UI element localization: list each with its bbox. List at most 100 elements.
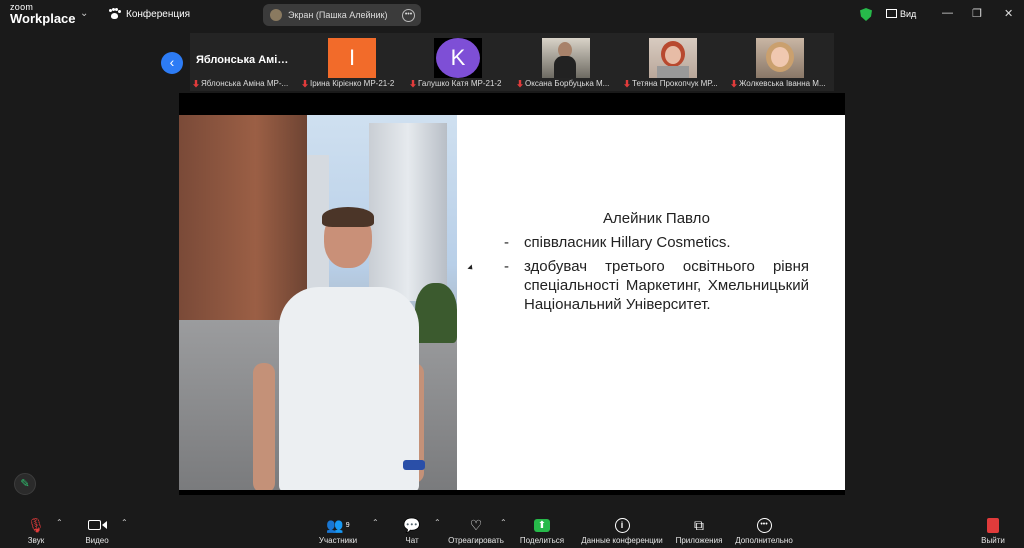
react-button[interactable]: ♡ Отреагировать xyxy=(445,516,507,546)
chat-label: Чат xyxy=(405,536,419,545)
annotate-pen-icon[interactable]: ✎ xyxy=(14,473,36,495)
participant-name: Жолкевська Іванна М... xyxy=(739,79,826,88)
apps-button[interactable]: ⧉ Приложения xyxy=(673,516,725,546)
presentation-slide: Алейник Павло - співвласник Hillary Cosm… xyxy=(179,115,845,490)
speaker-photo xyxy=(179,115,457,490)
shared-screen[interactable]: Алейник Павло - співвласник Hillary Cosm… xyxy=(179,93,845,495)
chevron-up-icon: ⌃ xyxy=(500,518,507,527)
share-label: Поделиться xyxy=(519,536,565,545)
minimize-icon[interactable]: — xyxy=(942,7,953,19)
info-label: Данные конференции xyxy=(581,536,663,545)
slide-bullet: - здобувач третього освітнього рівня спе… xyxy=(504,257,809,314)
participant-avatar-photo xyxy=(756,38,804,78)
participant-name: Оксана Борбуцька М... xyxy=(525,79,610,88)
audio-button[interactable]: 🎙 Звук xyxy=(20,516,52,546)
chevron-up-icon: ⌃ xyxy=(121,518,128,527)
audio-label: Звук xyxy=(27,536,45,545)
close-icon[interactable]: ✕ xyxy=(1004,7,1013,20)
heart-icon: ♡ xyxy=(469,516,483,533)
participant-caption: Оксана Борбуцька М... xyxy=(517,79,609,88)
react-label: Отреагировать xyxy=(448,536,504,545)
leave-button[interactable]: Выйти xyxy=(978,516,1008,545)
participant-caption: Яблонська Аміна МР-... xyxy=(193,79,288,88)
leave-label: Выйти xyxy=(981,536,1005,545)
participant-tile[interactable]: I Ірина Кірієнко МР-21-2 xyxy=(299,33,405,91)
info-icon: i xyxy=(578,516,666,534)
participant-tile[interactable]: Яблонська Амі… Яблонська Аміна МР-... xyxy=(190,33,296,91)
participant-caption: Жолкевська Іванна М... xyxy=(731,79,826,88)
chevron-up-icon: ⌃ xyxy=(434,518,441,527)
more-button[interactable]: ••• Дополнительно xyxy=(733,516,795,545)
participant-caption: Галушко Катя МР-21-2 xyxy=(410,79,502,88)
chevron-up-icon: ⌃ xyxy=(56,518,63,527)
slide-text-block: Алейник Павло - співвласник Hillary Cosm… xyxy=(504,210,809,319)
mouse-cursor-icon xyxy=(467,264,475,272)
bottom-toolbar: 🎙 Звук ⌃ Видео ⌃ 👥 9 Участники ⌃ 💬 Чат ⌃ … xyxy=(0,510,1024,548)
top-bar: zoom Workplace ⌄ Конференция Экран (Пашк… xyxy=(0,0,1024,30)
muted-microphone-icon: 🎙 xyxy=(27,516,45,533)
participant-name: Тетяна Прокопчук МР... xyxy=(632,79,718,88)
participant-avatar-photo xyxy=(542,38,590,78)
meeting-info-button[interactable]: Конференция xyxy=(108,8,190,20)
participants-label: Участники xyxy=(318,536,358,545)
participant-video-bg: K xyxy=(434,38,482,78)
chat-bubble-icon: 💬 xyxy=(403,516,421,533)
logo-brand-bottom: Workplace xyxy=(10,11,76,26)
participant-name: Ірина Кірієнко МР-21-2 xyxy=(310,79,395,88)
people-icon: 👥 9 xyxy=(326,516,350,533)
video-label: Видео xyxy=(85,536,109,545)
participants-button[interactable]: 👥 9 Участники xyxy=(315,516,361,546)
leave-door-icon xyxy=(978,516,1008,534)
participant-tile[interactable]: Тетяна Прокопчук МР... xyxy=(621,33,727,91)
participant-caption: Тетяна Прокопчук МР... xyxy=(624,79,718,88)
view-button[interactable]: Вид xyxy=(886,9,916,19)
participant-avatar-letter: I xyxy=(328,38,376,78)
muted-mic-icon xyxy=(517,79,523,88)
muted-mic-icon xyxy=(193,79,199,88)
active-speaker-name: Яблонська Амі… xyxy=(196,54,289,66)
zoom-logo[interactable]: zoom Workplace xyxy=(10,3,76,26)
share-pill-label: Экран (Пашка Алейник) xyxy=(288,10,388,20)
video-camera-icon xyxy=(80,516,114,534)
screen-share-pill[interactable]: Экран (Пашка Алейник) ••• xyxy=(263,4,421,26)
participant-avatar-letter: K xyxy=(436,38,480,78)
view-label: Вид xyxy=(900,9,917,19)
meeting-info-toolbar-button[interactable]: i Данные конференции xyxy=(578,516,666,545)
bullet-dash: - xyxy=(504,258,509,275)
apps-icon: ⧉ xyxy=(694,516,704,533)
participant-name: Яблонська Аміна МР-... xyxy=(201,79,289,88)
chevron-up-icon: ⌃ xyxy=(372,518,379,527)
apps-label: Приложения xyxy=(675,536,723,545)
share-screen-button[interactable]: ⬆ Поделиться xyxy=(518,516,566,545)
participant-avatar-photo xyxy=(649,38,697,78)
slide-bullet: - співвласник Hillary Cosmetics. xyxy=(504,233,809,252)
chat-button[interactable]: 💬 Чат xyxy=(400,516,424,546)
bullet-text: співвласник Hillary Cosmetics. xyxy=(524,234,731,251)
muted-mic-icon xyxy=(624,79,630,88)
more-dots-icon: ••• xyxy=(733,516,795,534)
chevron-left-icon: ‹ xyxy=(169,54,175,70)
more-label: Дополнительно xyxy=(735,536,793,545)
bullet-dash: - xyxy=(504,234,509,251)
chevron-down-icon[interactable]: ⌄ xyxy=(80,8,90,19)
restore-icon[interactable]: ❐ xyxy=(972,7,982,20)
video-button[interactable]: Видео xyxy=(80,516,114,545)
more-options-icon[interactable]: ••• xyxy=(402,9,415,22)
muted-mic-icon xyxy=(302,79,308,88)
muted-mic-icon xyxy=(731,79,737,88)
participant-name: Галушко Катя МР-21-2 xyxy=(418,79,502,88)
participant-tile[interactable]: Жолкевська Іванна М... xyxy=(728,33,834,91)
shield-icon[interactable] xyxy=(860,8,872,21)
participant-tile[interactable]: Оксана Борбуцька М... xyxy=(514,33,620,91)
bullet-text: здобувач третього освітнього рівня спеці… xyxy=(524,258,809,313)
muted-mic-icon xyxy=(410,79,416,88)
strip-back-button[interactable]: ‹ xyxy=(161,52,183,74)
sharer-avatar xyxy=(270,9,282,21)
slide-title: Алейник Павло xyxy=(603,210,710,227)
paw-icon xyxy=(108,8,121,20)
participant-tile[interactable]: K Галушко Катя МР-21-2 xyxy=(407,33,513,91)
participants-count: 9 xyxy=(345,521,350,529)
participant-caption: Ірина Кірієнко МР-21-2 xyxy=(302,79,394,88)
meeting-label: Конференция xyxy=(126,8,191,20)
share-screen-icon: ⬆ xyxy=(518,516,566,534)
